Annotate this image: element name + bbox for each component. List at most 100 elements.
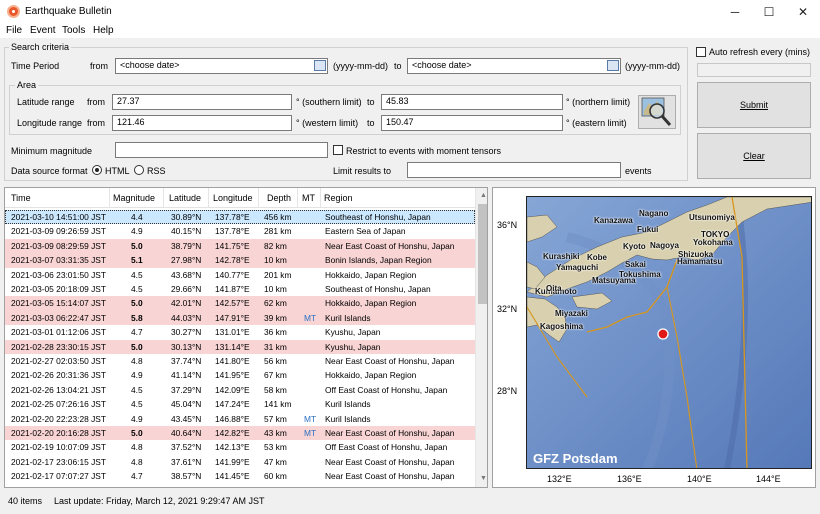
from-date-input[interactable]: <choose date> bbox=[115, 58, 328, 74]
table-row[interactable]: 2021-03-09 08:29:59 JST 5.0 38.79°N 141.75°… bbox=[5, 238, 475, 254]
cell-time: 2021-03-07 03:31:35 JST bbox=[11, 255, 106, 266]
cell-longitude: 142.82°E bbox=[215, 428, 250, 438]
col-longitude-header[interactable]: Longitude bbox=[213, 193, 253, 203]
table-row[interactable]: 2021-02-26 20:31:36 JST 4.9 41.14°N 141.95°… bbox=[5, 368, 475, 382]
cell-time: 2021-03-01 01:12:06 JST bbox=[11, 327, 106, 338]
city-label: Yokohama bbox=[693, 238, 733, 247]
col-magnitude-header[interactable]: Magnitude bbox=[113, 193, 155, 203]
cell-time: 2021-03-05 20:18:09 JST bbox=[11, 284, 106, 294]
table-row[interactable]: 2021-03-03 06:22:47 JST 5.8 44.03°N 147.91°… bbox=[5, 310, 475, 326]
col-mt-header[interactable]: MT bbox=[302, 193, 315, 203]
longitude-to-input[interactable]: 150.47 bbox=[381, 115, 563, 131]
city-label: Fukui bbox=[637, 225, 659, 234]
vertical-scrollbar[interactable]: ▲ ▼ bbox=[475, 188, 487, 487]
rss-radio[interactable] bbox=[134, 165, 144, 175]
table-row[interactable]: 2021-02-25 07:26:16 JST 4.5 45.04°N 147.24°… bbox=[5, 397, 475, 411]
table-row[interactable]: 2021-02-20 20:16:28 JST 5.0 40.64°N 142.82°… bbox=[5, 426, 475, 441]
cell-magnitude: 4.4 bbox=[131, 212, 143, 222]
maximize-button[interactable]: ☐ bbox=[752, 0, 786, 24]
city-label: Kyoto bbox=[623, 242, 646, 251]
to-date-input[interactable]: <choose date> bbox=[407, 58, 621, 74]
table-row[interactable]: 2021-02-20 22:23:28 JST 4.9 43.45°N 146.88°… bbox=[5, 412, 475, 426]
cell-magnitude: 5.8 bbox=[131, 312, 143, 323]
clear-button[interactable]: Clear bbox=[697, 133, 811, 179]
cell-mt: MT bbox=[304, 413, 317, 424]
col-latitude-header[interactable]: Latitude bbox=[169, 193, 201, 203]
table-row[interactable]: 2021-03-01 01:12:06 JST 4.7 30.27°N 131.01°… bbox=[5, 325, 475, 339]
date-format-hint: (yyyy-mm-dd) bbox=[333, 61, 388, 71]
cell-depth: 201 km bbox=[264, 269, 292, 280]
table-row[interactable]: 2021-02-17 23:06:15 JST 4.8 37.61°N 141.99°… bbox=[5, 455, 475, 469]
latitude-range-label: Latitude range bbox=[17, 97, 75, 107]
lon-label-140: 140°E bbox=[687, 474, 712, 484]
submit-label: Submit bbox=[739, 100, 768, 110]
col-region-header[interactable]: Region bbox=[324, 193, 353, 203]
cell-latitude: 45.04°N bbox=[171, 399, 202, 410]
close-button[interactable]: ✕ bbox=[786, 0, 820, 24]
cell-time: 2021-02-17 07:07:27 JST bbox=[11, 471, 106, 482]
col-time-header[interactable]: Time bbox=[11, 193, 31, 203]
auto-refresh-checkbox[interactable] bbox=[696, 47, 706, 57]
cell-region: Near East Coast of Honshu, Japan bbox=[325, 471, 455, 482]
table-row[interactable]: 2021-02-27 02:03:50 JST 4.8 37.74°N 141.80°… bbox=[5, 354, 475, 368]
table-row[interactable]: 2021-03-10 14:51:00 JST 4.4 30.89°N 137.78°… bbox=[5, 210, 475, 225]
min-magnitude-input[interactable] bbox=[115, 142, 328, 158]
longitude-from-input[interactable]: 121.46 bbox=[112, 115, 292, 131]
table-row[interactable]: 2021-02-19 10:07:09 JST 4.8 37.52°N 142.13°… bbox=[5, 440, 475, 454]
cell-latitude: 30.27°N bbox=[171, 327, 202, 338]
calendar-icon[interactable] bbox=[314, 60, 326, 71]
menu-tools[interactable]: Tools bbox=[62, 25, 85, 36]
cell-time: 2021-03-03 06:22:47 JST bbox=[11, 312, 106, 323]
table-row[interactable]: 2021-02-17 07:07:27 JST 4.7 38.57°N 141.45°… bbox=[5, 469, 475, 483]
cell-longitude: 141.45°E bbox=[215, 471, 250, 482]
cell-latitude: 30.09°N bbox=[171, 486, 201, 487]
cell-time: 2021-02-20 22:23:28 JST bbox=[11, 413, 106, 424]
menu-event[interactable]: Event bbox=[30, 25, 56, 36]
minimize-button[interactable]: ─ bbox=[718, 0, 752, 24]
latitude-from-input[interactable]: 27.37 bbox=[112, 94, 292, 110]
table-row[interactable]: 2021-03-05 15:14:07 JST 5.0 42.01°N 142.57°… bbox=[5, 296, 475, 311]
cell-latitude: 38.57°N bbox=[171, 471, 202, 482]
results-table[interactable]: Time Magnitude Latitude Longitude Depth … bbox=[4, 187, 488, 488]
scroll-up-icon[interactable]: ▲ bbox=[480, 192, 487, 199]
cell-latitude: 38.79°N bbox=[171, 240, 202, 251]
cell-depth: 281 km bbox=[264, 226, 292, 237]
cell-depth: 32 km bbox=[264, 486, 287, 487]
title-bar: Earthquake Bulletin ─ ☐ ✕ bbox=[0, 0, 820, 24]
cell-longitude: 137.78°E bbox=[215, 226, 250, 237]
cell-longitude: 137.78°E bbox=[215, 212, 250, 222]
latitude-to-input[interactable]: 45.83 bbox=[381, 94, 563, 110]
table-row[interactable]: 2021-02-26 13:04:21 JST 4.5 37.29°N 142.09°… bbox=[5, 383, 475, 397]
tensor-checkbox[interactable] bbox=[333, 145, 343, 155]
cell-region: Kuril Islands bbox=[325, 399, 371, 410]
col-depth-header[interactable]: Depth bbox=[267, 193, 291, 203]
menu-help[interactable]: Help bbox=[93, 25, 114, 36]
calendar-icon[interactable] bbox=[607, 60, 619, 71]
table-row[interactable]: 2021-03-05 20:18:09 JST 4.5 29.66°N 141.87°… bbox=[5, 282, 475, 296]
scroll-down-icon[interactable]: ▼ bbox=[480, 475, 487, 482]
table-row[interactable]: 2021-03-09 09:26:59 JST 4.9 40.15°N 137.78°… bbox=[5, 224, 475, 238]
lon-label-136: 136°E bbox=[617, 474, 642, 484]
cell-region: Southeast of Honshu, Japan bbox=[325, 284, 431, 294]
cell-region: Bonin Islands, Japan Region bbox=[325, 255, 432, 266]
map-image[interactable]: GFZ Potsdam Nagano Utsunomiya Kanazawa Fuku… bbox=[526, 196, 812, 469]
cell-region: Hokkaido, Japan Region bbox=[325, 298, 417, 309]
limit-input[interactable] bbox=[407, 162, 621, 178]
menu-file[interactable]: File bbox=[6, 25, 22, 36]
table-row[interactable]: 2021-03-06 23:01:50 JST 4.5 43.68°N 140.77°… bbox=[5, 268, 475, 282]
search-criteria-label: Search criteria bbox=[9, 42, 72, 52]
map-search-button[interactable] bbox=[638, 95, 676, 129]
longitude-range-label: Longitude range bbox=[17, 118, 83, 128]
html-radio[interactable] bbox=[92, 165, 102, 175]
scrollbar-thumb[interactable] bbox=[478, 204, 487, 304]
southern-limit-hint: ° (southern limit) bbox=[296, 97, 362, 107]
submit-button[interactable]: Submit bbox=[697, 82, 811, 128]
cell-magnitude: 4.5 bbox=[131, 384, 143, 395]
table-row[interactable]: 2021-02-17 05:59:57 JST 4.8 30.09°N 131.09°… bbox=[5, 484, 475, 487]
cell-depth: 82 km bbox=[264, 240, 287, 251]
area-label: Area bbox=[15, 80, 39, 90]
table-row[interactable]: 2021-03-07 03:31:35 JST 5.1 27.98°N 142.78°… bbox=[5, 253, 475, 268]
table-row[interactable]: 2021-02-28 23:30:15 JST 5.0 30.13°N 131.14°… bbox=[5, 339, 475, 354]
earthquake-marker[interactable] bbox=[657, 328, 669, 340]
auto-refresh-input[interactable] bbox=[697, 63, 811, 77]
